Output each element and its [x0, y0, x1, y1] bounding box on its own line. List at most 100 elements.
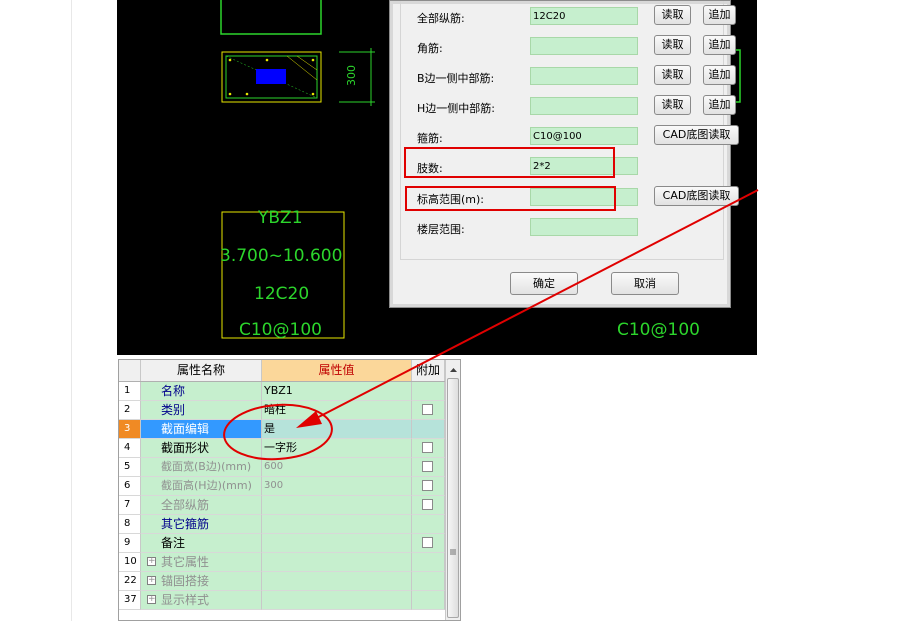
header-add[interactable]: 附加 — [412, 360, 445, 381]
row-number: 4 — [119, 439, 141, 458]
field-label: 全部纵筋: — [417, 12, 465, 25]
attach-checkbox[interactable] — [422, 461, 433, 472]
property-value[interactable] — [262, 534, 412, 553]
property-value[interactable]: 一字形 — [262, 439, 412, 458]
row-number: 7 — [119, 496, 141, 515]
ok-button[interactable]: 确定 — [510, 272, 578, 295]
expand-icon[interactable]: + — [147, 595, 156, 604]
property-value[interactable]: 600 — [262, 458, 412, 477]
property-name: + 显示样式 — [141, 591, 262, 610]
property-value[interactable] — [262, 496, 412, 515]
group-label: 显示样式 — [161, 593, 210, 607]
attach-checkbox[interactable] — [422, 480, 433, 491]
elevation-label: 3.700~10.600 — [220, 246, 343, 266]
field-label: 箍筋: — [417, 132, 443, 145]
table-row[interactable]: 10 + 其它属性 — [119, 553, 445, 572]
property-name: + 锚固搭接 — [141, 572, 262, 591]
add-button[interactable]: 追加 — [703, 35, 736, 55]
property-grid: 属性名称 属性值 附加 1 名称 YBZ1 2 类别 暗柱 3 截面编辑 是 4… — [118, 359, 461, 621]
property-value — [262, 591, 412, 610]
property-value — [262, 553, 412, 572]
table-row[interactable]: 2 类别 暗柱 — [119, 401, 445, 420]
property-name: 截面宽(B边)(mm) — [141, 458, 262, 477]
field-row-stirrup: 箍筋: C10@100 CAD底图读取 — [417, 125, 739, 147]
property-name: + 其它属性 — [141, 553, 262, 572]
add-button[interactable]: 追加 — [703, 95, 736, 115]
row-number: 2 — [119, 401, 141, 420]
table-row[interactable]: 9 备注 — [119, 534, 445, 553]
expand-icon[interactable]: + — [147, 576, 156, 585]
property-value[interactable]: 暗柱 — [262, 401, 412, 420]
add-cell — [412, 572, 445, 591]
attach-checkbox[interactable] — [422, 537, 433, 548]
add-cell — [412, 382, 445, 401]
group-label: 其它属性 — [161, 555, 210, 569]
attach-checkbox[interactable] — [422, 499, 433, 510]
all-rebar-input[interactable]: 12C20 — [530, 7, 638, 25]
column-name-label: YBZ1 — [258, 208, 303, 228]
table-row[interactable]: 1 名称 YBZ1 — [119, 382, 445, 401]
property-name: 名称 — [141, 382, 262, 401]
page-left-rule — [71, 0, 72, 621]
add-cell — [412, 496, 445, 515]
read-button[interactable]: 读取 — [654, 65, 691, 85]
field-row-floor: 楼层范围: — [417, 218, 717, 238]
cad-read-button[interactable]: CAD底图读取 — [654, 125, 739, 145]
table-row[interactable]: 8 其它箍筋 — [119, 515, 445, 534]
stirrup-input[interactable]: C10@100 — [530, 127, 638, 145]
floor-range-input[interactable] — [530, 218, 638, 236]
property-name: 截面编辑 — [141, 420, 262, 439]
row-number: 1 — [119, 382, 141, 401]
property-value[interactable]: 300 — [262, 477, 412, 496]
vertical-scrollbar[interactable] — [445, 360, 461, 620]
read-button[interactable]: 读取 — [654, 95, 691, 115]
add-button[interactable]: 追加 — [703, 65, 736, 85]
scrollbar-thumb[interactable] — [447, 378, 459, 618]
table-row[interactable]: 37 + 显示样式 — [119, 591, 445, 610]
field-label: H边一侧中部筋: — [417, 102, 495, 115]
field-row-corner-rebar: 角筋: 读取 追加 — [417, 35, 736, 57]
corner-rebar-input[interactable] — [530, 37, 638, 55]
attach-checkbox[interactable] — [422, 442, 433, 453]
add-button[interactable]: 追加 — [703, 5, 736, 25]
annotation-box-elevation — [405, 186, 616, 211]
row-number: 8 — [119, 515, 141, 534]
add-cell — [412, 420, 445, 439]
row-number: 22 — [119, 572, 141, 591]
scroll-up-icon[interactable] — [446, 362, 461, 378]
table-row[interactable]: 4 截面形状 一字形 — [119, 439, 445, 458]
cancel-button[interactable]: 取消 — [611, 272, 679, 295]
property-value[interactable]: YBZ1 — [262, 382, 412, 401]
table-row[interactable]: 7 全部纵筋 — [119, 496, 445, 515]
header-num — [119, 360, 141, 381]
cad-read-button[interactable]: CAD底图读取 — [654, 186, 739, 206]
table-row[interactable]: 5 截面宽(B边)(mm) 600 — [119, 458, 445, 477]
add-cell — [412, 515, 445, 534]
row-number: 10 — [119, 553, 141, 572]
property-name: 截面高(H边)(mm) — [141, 477, 262, 496]
h-side-rebar-input[interactable] — [530, 97, 638, 115]
add-cell — [412, 534, 445, 553]
property-name: 备注 — [141, 534, 262, 553]
row-number: 9 — [119, 534, 141, 553]
grip-icon — [450, 549, 456, 555]
table-row-selected[interactable]: 3 截面编辑 是 — [119, 420, 445, 439]
stirrup-right-label: C10@100 — [617, 320, 700, 340]
read-button[interactable]: 读取 — [654, 5, 691, 25]
table-row[interactable]: 6 截面高(H边)(mm) 300 — [119, 477, 445, 496]
header-value[interactable]: 属性值 — [262, 360, 412, 381]
b-side-rebar-input[interactable] — [530, 67, 638, 85]
expand-icon[interactable]: + — [147, 557, 156, 566]
property-name: 全部纵筋 — [141, 496, 262, 515]
add-cell — [412, 458, 445, 477]
header-name[interactable]: 属性名称 — [141, 360, 262, 381]
field-row-all-rebar: 全部纵筋: 12C20 读取 追加 — [417, 5, 736, 27]
table-row[interactable]: 22 + 锚固搭接 — [119, 572, 445, 591]
grid-header: 属性名称 属性值 附加 — [119, 360, 445, 382]
property-value[interactable]: 是 — [262, 420, 412, 439]
attach-checkbox[interactable] — [422, 404, 433, 415]
read-button[interactable]: 读取 — [654, 35, 691, 55]
property-value[interactable] — [262, 515, 412, 534]
add-cell — [412, 553, 445, 572]
dim-300-label: 300 — [345, 65, 358, 86]
